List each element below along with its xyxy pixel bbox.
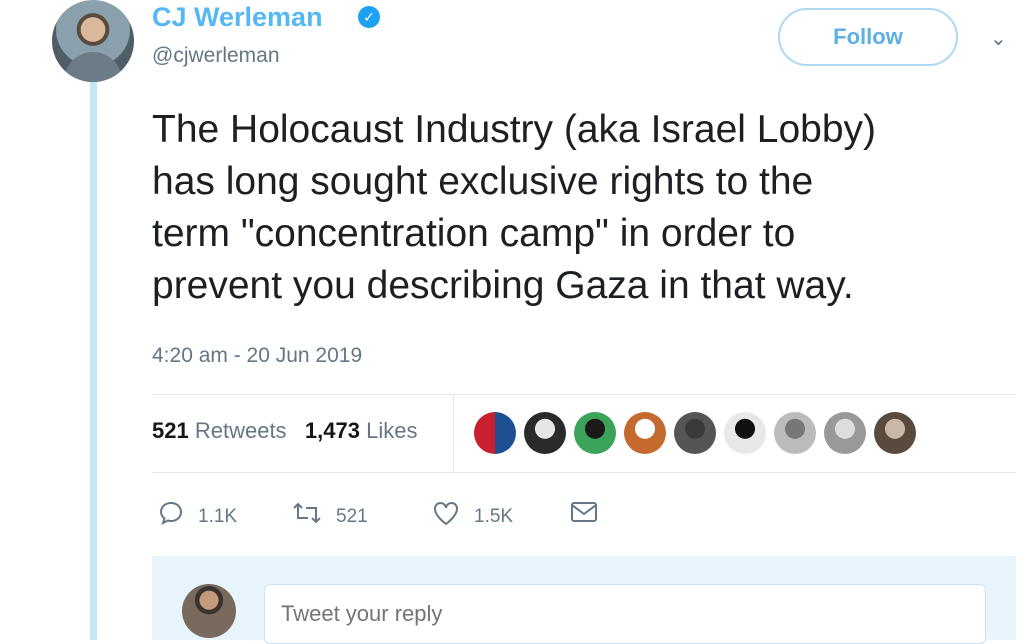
retweet-count: 521: [336, 505, 368, 527]
liker-avatar[interactable]: [874, 412, 916, 454]
liker-avatar[interactable]: [624, 412, 666, 454]
likes-count: 1,473: [304, 418, 360, 443]
viewer-avatar: [182, 584, 236, 638]
verified-badge-icon: ✓: [358, 6, 380, 28]
retweet-action[interactable]: 521: [292, 500, 368, 533]
author-avatar[interactable]: [52, 0, 134, 82]
author-name[interactable]: CJ Werleman: [152, 2, 323, 33]
liker-avatar[interactable]: [474, 412, 516, 454]
reply-action[interactable]: 1.1K: [158, 500, 237, 533]
liker-avatar[interactable]: [774, 412, 816, 454]
likes-label: Likes: [366, 418, 418, 443]
liker-avatar[interactable]: [724, 412, 766, 454]
chevron-down-icon[interactable]: ⌄: [990, 26, 1007, 51]
retweets-count: 521: [152, 418, 189, 443]
engagement-stats: 521 Retweets 1,473 Likes: [152, 418, 417, 444]
likes-stat[interactable]: 1,473 Likes: [305, 418, 418, 443]
reply-icon: [158, 500, 184, 533]
envelope-icon: [570, 500, 598, 531]
follow-button[interactable]: Follow: [778, 8, 958, 66]
reply-input[interactable]: [264, 584, 986, 644]
tweet-line: prevent you describing Gaza in that way.: [152, 264, 854, 307]
tweet-line: term "concentration camp" in order to: [152, 212, 796, 255]
tweet-text: The Holocaust Industry (aka Israel Lobby…: [152, 104, 1022, 312]
tweet-line: has long sought exclusive rights to the: [152, 160, 814, 203]
thread-line: [90, 80, 97, 640]
liker-avatar[interactable]: [824, 412, 866, 454]
liker-avatar[interactable]: [524, 412, 566, 454]
like-action[interactable]: 1.5K: [432, 500, 513, 533]
tweet-timestamp[interactable]: 4:20 am - 20 Jun 2019: [152, 344, 362, 368]
stats-separator: [453, 396, 454, 472]
heart-icon: [432, 500, 460, 533]
retweets-label: Retweets: [194, 418, 287, 443]
liker-avatar[interactable]: [674, 412, 716, 454]
reply-count: 1.1K: [198, 505, 238, 527]
like-count: 1.5K: [474, 505, 514, 527]
author-handle[interactable]: @cjwerleman: [152, 44, 280, 68]
liker-avatar[interactable]: [574, 412, 616, 454]
retweet-icon: [292, 500, 322, 533]
tweet-line: The Holocaust Industry (aka Israel Lobby…: [152, 108, 877, 151]
divider: [152, 394, 1016, 395]
divider: [152, 472, 1016, 473]
direct-message-action[interactable]: [570, 500, 612, 531]
retweets-stat[interactable]: 521 Retweets: [152, 418, 287, 443]
